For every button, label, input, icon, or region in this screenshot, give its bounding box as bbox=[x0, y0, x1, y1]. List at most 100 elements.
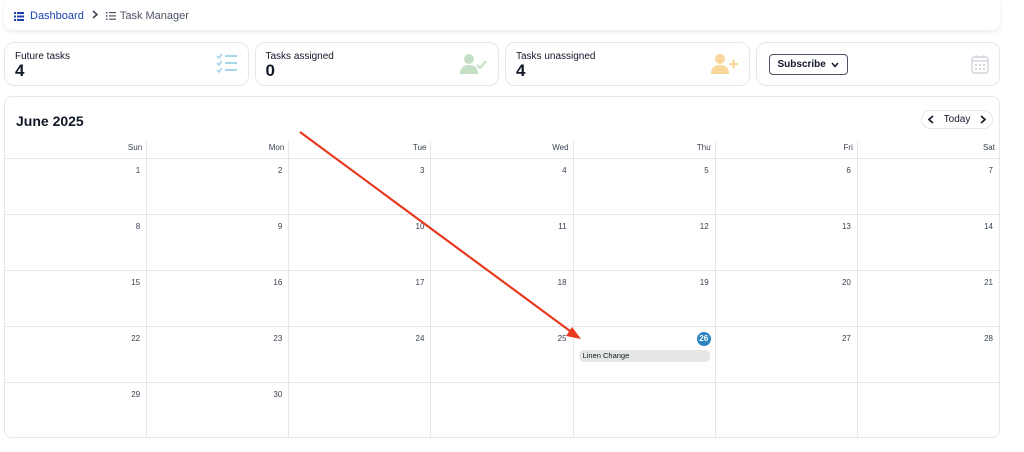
stat-label: Future tasks bbox=[15, 51, 71, 62]
day-number: 22 bbox=[131, 334, 141, 343]
dow-mon: Mon bbox=[147, 141, 290, 158]
breadcrumb-dashboard-label: Dashboard bbox=[30, 10, 84, 22]
chevron-down-icon bbox=[831, 62, 839, 68]
stat-card-subscribe: Subscribe bbox=[755, 42, 1000, 86]
calendar-day-cell[interactable]: 3 bbox=[289, 159, 432, 214]
calendar-day-cell[interactable]: 19 bbox=[574, 271, 716, 326]
stat-value: 0 bbox=[265, 61, 275, 80]
calendar-day-cell[interactable]: 7 bbox=[858, 159, 999, 214]
calendar-day-cell[interactable]: 18 bbox=[431, 271, 574, 326]
day-number: 15 bbox=[131, 278, 141, 287]
stat-value: 4 bbox=[516, 61, 526, 80]
calendar-day-cell[interactable] bbox=[289, 383, 432, 437]
calendar-day-cell[interactable]: 28 bbox=[858, 327, 999, 382]
calendar-grid: 1 2 3 4 5 6 7 8 9 10 11 12 13 14 15 16 17 18 19 20 21 22 23 24 2… bbox=[5, 159, 999, 437]
calendar-day-cell[interactable] bbox=[716, 383, 858, 437]
dow-thu: Thu bbox=[574, 141, 716, 158]
calendar-day-cell[interactable]: 2 bbox=[147, 159, 290, 214]
dow-fri: Fri bbox=[716, 141, 858, 158]
day-number: 25 bbox=[557, 334, 567, 343]
calendar-day-cell[interactable]: 29 bbox=[5, 383, 148, 437]
day-number: 13 bbox=[841, 222, 851, 231]
day-number: 6 bbox=[846, 166, 851, 175]
calendar-day-cell[interactable]: 21 bbox=[858, 271, 999, 326]
day-number: 12 bbox=[699, 222, 709, 231]
calendar-day-cell[interactable] bbox=[574, 383, 716, 437]
calendar-day-cell[interactable]: 5 bbox=[574, 159, 716, 214]
breadcrumb-dashboard-link[interactable]: Dashboard bbox=[14, 10, 84, 22]
day-number: 30 bbox=[273, 390, 283, 399]
user-check-icon bbox=[460, 54, 487, 74]
day-number: 9 bbox=[277, 222, 283, 231]
calendar-day-cell[interactable]: 30 bbox=[147, 383, 290, 437]
today-day-number: 26 bbox=[696, 332, 711, 346]
calendar-day-cell[interactable]: 9 bbox=[147, 215, 290, 270]
day-number: 16 bbox=[273, 278, 283, 287]
calendar-day-cell[interactable]: 10 bbox=[289, 215, 432, 270]
calendar-day-cell[interactable]: 12 bbox=[574, 215, 716, 270]
user-plus-icon bbox=[710, 54, 738, 74]
day-number: 3 bbox=[419, 166, 425, 175]
chevron-left-icon[interactable] bbox=[928, 115, 934, 124]
calendar-day-cell[interactable]: 15 bbox=[5, 271, 148, 326]
day-number: 29 bbox=[131, 390, 141, 399]
stat-card-tasks-unassigned[interactable]: Tasks unassigned 4 bbox=[505, 42, 750, 86]
dow-sun: Sun bbox=[5, 141, 148, 158]
breadcrumb-current: Task Manager bbox=[105, 10, 189, 22]
calendar-week: 29 30 bbox=[5, 383, 999, 437]
calendar-icon bbox=[971, 55, 989, 74]
calendar-day-cell[interactable]: 13 bbox=[716, 215, 858, 270]
calendar-day-cell[interactable]: 23 bbox=[147, 327, 290, 382]
day-number: 21 bbox=[984, 278, 993, 287]
day-number: 4 bbox=[562, 166, 567, 175]
calendar-week: 8 9 10 11 12 13 14 bbox=[5, 215, 999, 271]
calendar-day-cell[interactable]: 6 bbox=[716, 159, 858, 214]
calendar-day-cell[interactable]: 11 bbox=[431, 215, 574, 270]
stat-card-tasks-assigned[interactable]: Tasks assigned 0 bbox=[254, 42, 499, 86]
day-number: 8 bbox=[135, 222, 141, 231]
dow-sat: Sat bbox=[982, 143, 995, 152]
subscribe-button[interactable]: Subscribe bbox=[768, 54, 848, 75]
calendar-day-cell[interactable] bbox=[431, 383, 574, 437]
breadcrumb-current-label: Task Manager bbox=[119, 10, 189, 22]
calendar-day-cell[interactable]: 27 bbox=[716, 327, 858, 382]
calendar-day-cell[interactable]: 17 bbox=[289, 271, 432, 326]
calendar-day-cell[interactable]: 4 bbox=[431, 159, 574, 214]
calendar-day-cell[interactable]: 22 bbox=[5, 327, 148, 382]
calendar-day-cell[interactable]: 20 bbox=[716, 271, 858, 326]
checklist-icon bbox=[215, 53, 237, 73]
day-of-week-header: Sun Mon Tue Wed Thu Fri Sat bbox=[5, 141, 999, 159]
stats-row: Future tasks 4 Tasks assigned 0 Tasks un… bbox=[4, 42, 1000, 86]
stat-value: 4 bbox=[15, 61, 25, 80]
calendar-week: 15 16 17 18 19 20 21 bbox=[5, 271, 999, 327]
day-number: 10 bbox=[415, 222, 425, 231]
calendar-day-cell[interactable]: 25 bbox=[431, 327, 574, 382]
list-icon bbox=[105, 12, 116, 20]
stat-card-future-tasks[interactable]: Future tasks 4 bbox=[4, 42, 249, 86]
day-number: 27 bbox=[841, 334, 851, 343]
subscribe-label: Subscribe bbox=[777, 59, 826, 70]
day-number: 1 bbox=[135, 166, 141, 175]
breadcrumb-bar: Dashboard Task Manager bbox=[4, 2, 1000, 30]
day-number: 18 bbox=[557, 278, 567, 287]
calendar-day-cell[interactable]: 14 bbox=[858, 215, 999, 270]
calendar-day-cell[interactable]: 26 Linen Change bbox=[574, 327, 716, 382]
day-number: 17 bbox=[415, 278, 425, 287]
calendar-week: 22 23 24 25 26 Linen Change 27 28 bbox=[5, 327, 999, 383]
calendar-day-cell[interactable]: 8 bbox=[5, 215, 148, 270]
calendar-day-cell[interactable]: 24 bbox=[289, 327, 432, 382]
calendar-day-cell[interactable] bbox=[858, 383, 999, 437]
today-button[interactable]: Today bbox=[944, 114, 971, 125]
calendar-day-cell[interactable]: 1 bbox=[5, 159, 148, 214]
day-number: 11 bbox=[558, 222, 567, 231]
chevron-right-icon[interactable] bbox=[980, 115, 986, 124]
chevron-right-icon bbox=[92, 10, 98, 22]
day-number: 20 bbox=[841, 278, 851, 287]
calendar-event[interactable]: Linen Change bbox=[578, 350, 710, 362]
calendar-day-cell[interactable]: 16 bbox=[147, 271, 290, 326]
calendar-week: 1 2 3 4 5 6 7 bbox=[5, 159, 999, 215]
calendar-nav: Today bbox=[921, 110, 993, 129]
stat-label: Tasks unassigned bbox=[516, 51, 596, 62]
calendar-title: June 2025 bbox=[16, 113, 84, 129]
calendar: June 2025 Today Sun Mon Tue Wed Thu Fri … bbox=[4, 96, 1000, 438]
